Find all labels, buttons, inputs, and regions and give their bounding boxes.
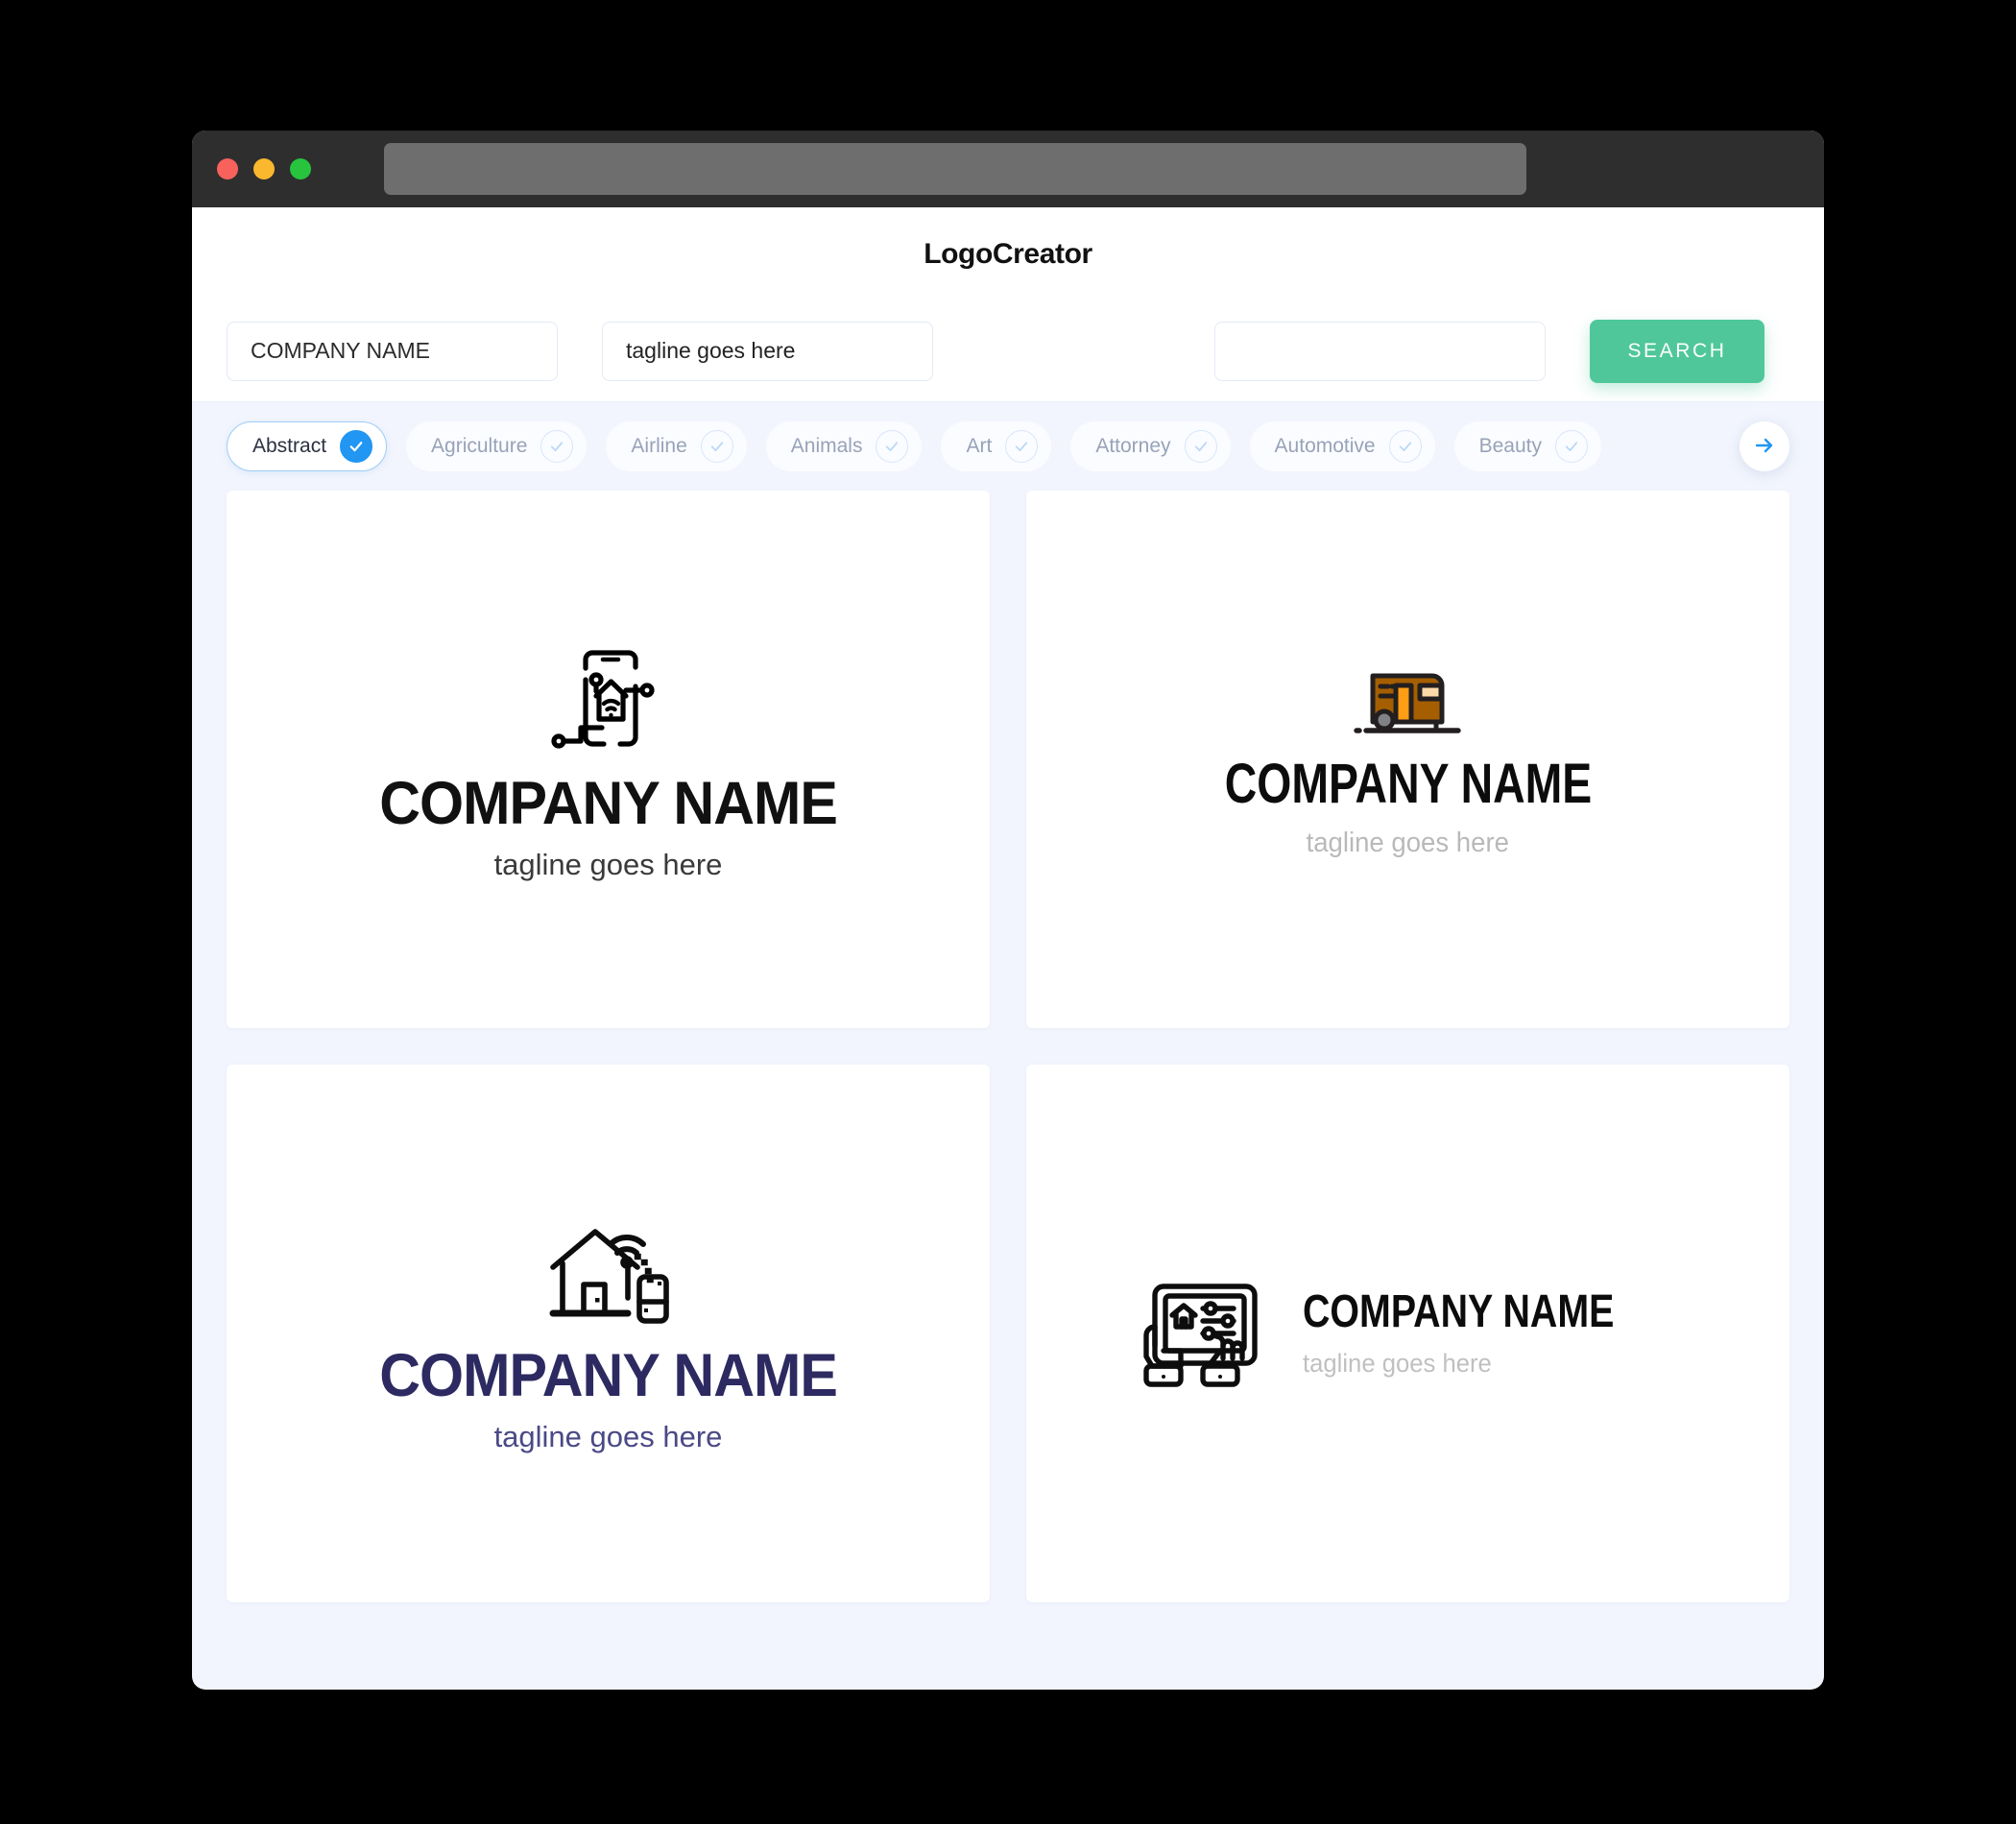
check-icon	[340, 430, 373, 463]
check-icon	[1184, 430, 1217, 463]
search-button[interactable]: SEARCH	[1590, 319, 1764, 383]
check-icon	[1388, 430, 1422, 463]
category-chip-label: Agriculture	[431, 435, 528, 457]
check-icon	[876, 430, 909, 463]
maximize-window-button[interactable]	[290, 158, 311, 180]
tagline-input[interactable]: tagline goes here	[602, 321, 933, 381]
logo-preview: COMPANY NAME tagline goes here	[365, 636, 852, 882]
next-categories-button[interactable]	[1740, 421, 1789, 471]
category-chip-label: Animals	[790, 435, 863, 457]
house-wifi-phone-icon	[536, 1213, 680, 1329]
category-chip-art[interactable]: Art	[941, 421, 1052, 471]
check-icon	[540, 430, 574, 463]
logo-card[interactable]: COMPANY NAME tagline goes here	[1026, 491, 1789, 1028]
category-chip-attorney[interactable]: Attorney	[1070, 421, 1231, 471]
logo-card[interactable]: COMPANY NAME tagline goes here	[1026, 1065, 1789, 1602]
category-chip-agriculture[interactable]: Agriculture	[406, 421, 588, 471]
caravan-trailer-icon	[1347, 660, 1470, 739]
logo-preview: COMPANY NAME tagline goes here	[365, 1213, 852, 1454]
logo-text-block: COMPANY NAME tagline goes here	[1302, 1285, 1683, 1379]
close-window-button[interactable]	[217, 158, 238, 180]
search-bar: COMPANY NAME tagline goes here SEARCH	[192, 300, 1824, 402]
logo-company-name: COMPANY NAME	[379, 770, 838, 837]
logo-company-name: COMPANY NAME	[1224, 752, 1592, 815]
browser-window: LogoCreator COMPANY NAME tagline goes he…	[192, 131, 1824, 1690]
url-bar[interactable]	[384, 143, 1526, 195]
logo-company-name: COMPANY NAME	[1302, 1285, 1615, 1337]
logo-company-name: COMPANY NAME	[379, 1341, 838, 1409]
logo-card[interactable]: COMPANY NAME tagline goes here	[227, 491, 990, 1028]
logo-preview: COMPANY NAME tagline goes here	[1179, 660, 1638, 859]
check-icon	[1005, 430, 1039, 463]
logo-tagline: tagline goes here	[493, 1419, 723, 1453]
page-title: LogoCreator	[924, 237, 1092, 270]
category-chip-label: Abstract	[252, 435, 327, 457]
window-controls	[217, 158, 311, 180]
logo-tagline: tagline goes here	[1302, 1348, 1492, 1378]
logo-card[interactable]: COMPANY NAME tagline goes here	[227, 1065, 990, 1602]
check-icon	[1555, 430, 1588, 463]
category-filter-bar: Abstract Agriculture Airline Animals Art	[192, 402, 1824, 491]
category-chip-beauty[interactable]: Beauty	[1453, 421, 1601, 471]
hands-tablet-home-controls-icon	[1134, 1277, 1268, 1390]
category-chip-airline[interactable]: Airline	[606, 421, 747, 471]
category-chip-automotive[interactable]: Automotive	[1249, 421, 1435, 471]
category-chip-label: Art	[966, 435, 993, 457]
company-name-input[interactable]: COMPANY NAME	[227, 321, 558, 381]
logo-preview: COMPANY NAME tagline goes here	[1134, 1277, 1683, 1390]
category-chip-animals[interactable]: Animals	[765, 421, 923, 471]
category-chip-abstract[interactable]: Abstract	[227, 421, 388, 471]
category-chip-label: Airline	[631, 435, 687, 457]
category-chip-label: Beauty	[1478, 435, 1542, 457]
smartphone-smart-home-wifi-icon	[536, 636, 680, 756]
keyword-input[interactable]	[1214, 321, 1546, 381]
category-chip-label: Automotive	[1274, 435, 1376, 457]
app-header: LogoCreator	[192, 207, 1824, 300]
minimize-window-button[interactable]	[253, 158, 275, 180]
arrow-right-icon	[1753, 434, 1776, 460]
logo-results-grid: COMPANY NAME tagline goes here COMPANY N…	[192, 491, 1824, 1602]
category-chip-label: Attorney	[1095, 435, 1171, 457]
check-icon	[700, 430, 733, 463]
logo-tagline: tagline goes here	[493, 848, 723, 881]
logo-tagline: tagline goes here	[1306, 827, 1510, 858]
title-bar	[192, 131, 1824, 207]
